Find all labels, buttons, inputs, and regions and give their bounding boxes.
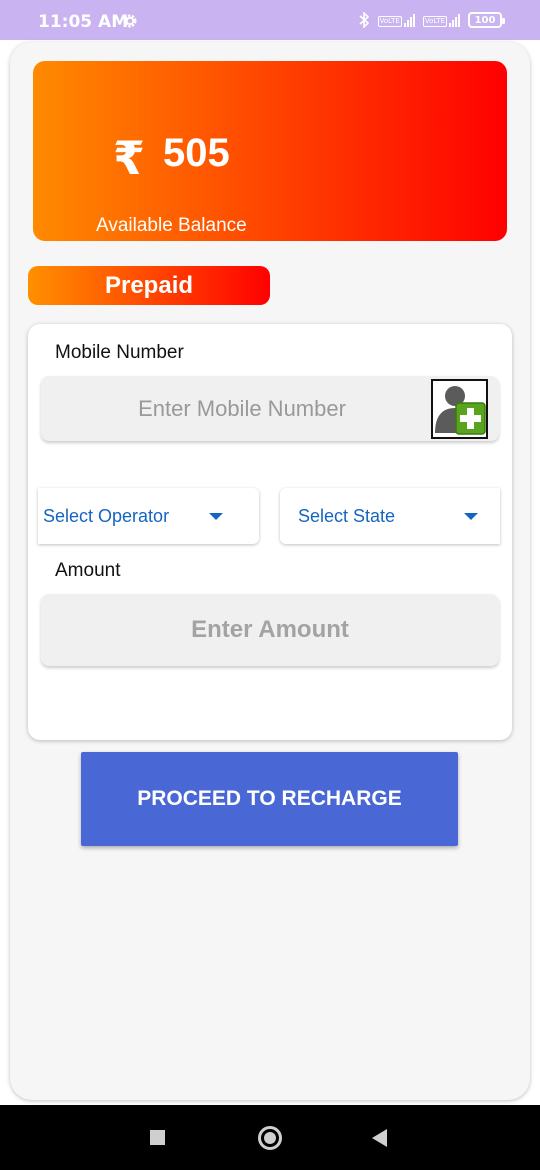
state-select-label: Select State	[298, 505, 396, 526]
prepaid-label: Prepaid	[104, 271, 194, 299]
amount-input[interactable]	[41, 594, 499, 666]
balance-card: ₹ 505 Available Balance	[33, 61, 507, 241]
mobile-number-label: Mobile Number	[55, 342, 184, 363]
system-nav-bar	[0, 1105, 540, 1170]
balance-caption: Available Balance	[96, 215, 247, 236]
chevron-down-icon	[209, 512, 223, 520]
status-time: 11:05 AM	[38, 12, 129, 32]
back-triangle-icon[interactable]	[372, 1129, 387, 1147]
sim1-signal-icon: VoLTE	[377, 13, 415, 27]
rupee-icon: ₹	[113, 131, 146, 185]
operator-select[interactable]: Select Operator	[38, 488, 259, 544]
balance-amount: 505	[163, 131, 230, 175]
circle-icon[interactable]	[258, 1126, 282, 1150]
proceed-to-recharge-button[interactable]: PROCEED TO RECHARGE	[81, 752, 458, 846]
recharge-form: Mobile Number Select Operator Select Sta…	[28, 324, 512, 740]
bluetooth-icon	[359, 12, 369, 28]
recharge-panel: ₹ 505 Available Balance Prepaid Mobile N…	[10, 42, 530, 1100]
sim2-signal-icon: VoLTE	[422, 13, 460, 27]
chevron-down-icon	[464, 512, 478, 520]
square-icon[interactable]	[150, 1130, 165, 1145]
battery-icon: 100	[468, 12, 505, 28]
battery-level: 100	[474, 14, 496, 26]
add-contact-button[interactable]	[431, 379, 488, 439]
status-icons: VoLTE VoLTE 100	[358, 12, 505, 28]
operator-select-label: Select Operator	[43, 505, 170, 526]
amount-label: Amount	[55, 560, 121, 581]
prepaid-tab[interactable]: Prepaid	[28, 266, 270, 305]
state-select[interactable]: Select State	[280, 488, 500, 544]
status-bar: 11:05 AM VoLTE VoLTE 100	[0, 0, 540, 40]
sim2-volte-label: VoLTE	[422, 16, 447, 27]
gear-icon	[123, 14, 137, 28]
sim1-volte-label: VoLTE	[377, 16, 402, 27]
add-contact-icon	[433, 381, 486, 437]
